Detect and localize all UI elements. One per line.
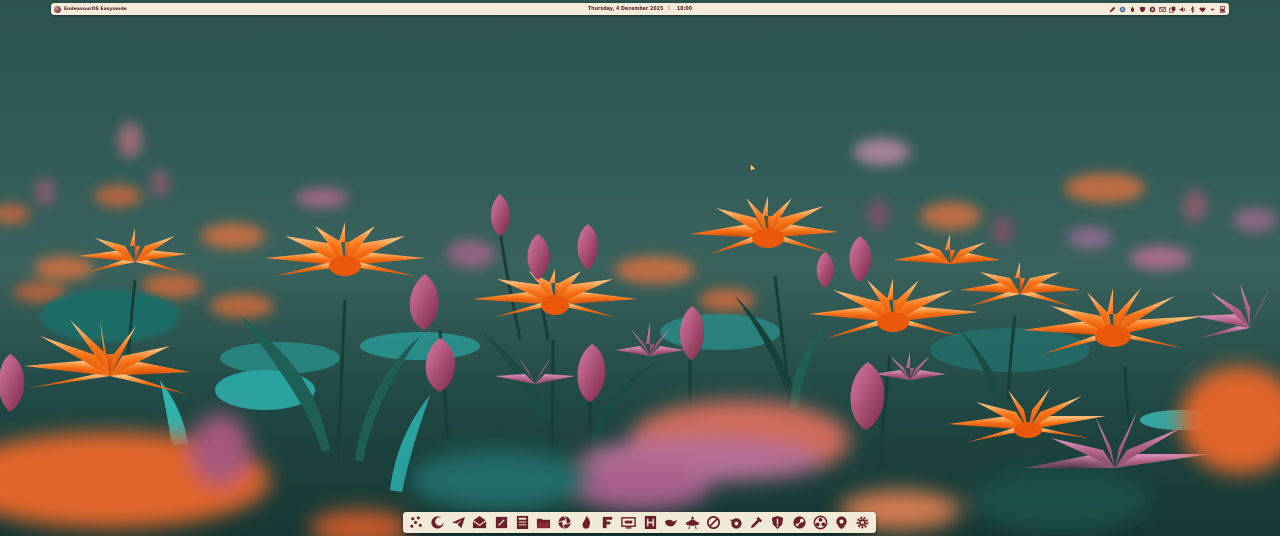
dock-item-shield-alert[interactable] [770,515,786,531]
folder-icon [537,518,551,529]
system-tray [1109,4,1226,14]
dock-item-obs[interactable] [812,515,828,531]
blocked-icon [707,516,721,529]
library-icon [516,515,529,530]
bluetooth-icon[interactable] [1189,5,1196,13]
os-title: EndeavourOS Easymode [64,6,127,12]
dock-item-steam[interactable] [791,515,807,531]
shield-icon[interactable] [1139,6,1146,13]
clock-date: Thursday, 4 December 2025 [587,6,664,12]
launcher-icon [409,516,422,528]
telegram-icon [452,516,466,529]
moon-cloud-icon: ☾ [667,5,673,12]
aperture-icon [558,516,572,529]
desktop[interactable]: EndeavourOS Easymode Thursday, 4 Decembe… [0,0,1280,536]
dock-item-blender[interactable] [727,515,743,531]
fire-icon [582,515,590,529]
display-icon [621,517,637,529]
location-icon [836,516,847,530]
mail-icon[interactable] [1159,6,1166,13]
clock[interactable]: Thursday, 4 December 2025 ☾ 18:00 [588,6,692,12]
copy-icon[interactable] [1169,6,1176,13]
font-icon [602,516,613,529]
dock-item-location[interactable] [834,515,850,531]
dock-item-blocked[interactable] [706,515,722,531]
eyedropper-icon [750,516,763,529]
hexchat-icon [644,515,656,530]
dock-item-settings[interactable] [855,515,871,531]
globe-icon[interactable] [1119,6,1126,13]
clock-time: 18:00 [676,6,693,12]
dock-item-bird[interactable] [663,515,679,531]
battery-icon[interactable] [1219,5,1226,13]
dock-item-telegram[interactable] [451,515,467,531]
dock-item-font[interactable] [600,515,616,531]
ufo-icon [686,515,700,530]
app-menu-button[interactable]: EndeavourOS Easymode [51,5,127,13]
volume-icon[interactable] [1179,6,1186,13]
chevron-down-icon[interactable] [1209,6,1216,13]
obs-icon [813,515,828,530]
pen-icon[interactable] [1109,6,1116,13]
dock-item-eyedropper[interactable] [749,515,765,531]
endeavouros-logo-icon [54,5,61,13]
dock-item-aperture[interactable] [557,515,573,531]
record-icon[interactable] [1149,6,1156,13]
dock-item-mail[interactable] [472,515,488,531]
dock-item-notes[interactable] [493,515,509,531]
mouse-cursor-icon [750,163,757,173]
wallpaper-flowers [0,122,1280,536]
blender-icon [728,518,742,529]
settings-icon [857,516,869,529]
notes-icon [495,516,507,529]
dock-item-ufo[interactable] [685,515,701,531]
dock [403,512,876,533]
bird-icon [664,519,677,527]
top-panel: EndeavourOS Easymode Thursday, 4 Decembe… [51,3,1229,15]
dock-item-launcher[interactable] [408,515,424,531]
heart-icon[interactable] [1199,6,1206,13]
dock-item-display[interactable] [621,515,637,531]
dock-item-hexchat[interactable] [642,515,658,531]
dock-item-library[interactable] [514,515,530,531]
steam-icon [792,516,806,529]
eclipse-icon [431,516,444,529]
dock-item-eclipse[interactable] [429,515,445,531]
flame-icon[interactable] [1129,6,1136,13]
dock-item-folder[interactable] [536,515,552,531]
dock-item-fire[interactable] [578,515,594,531]
mail-icon [472,515,487,529]
shield-alert-icon [772,515,784,530]
